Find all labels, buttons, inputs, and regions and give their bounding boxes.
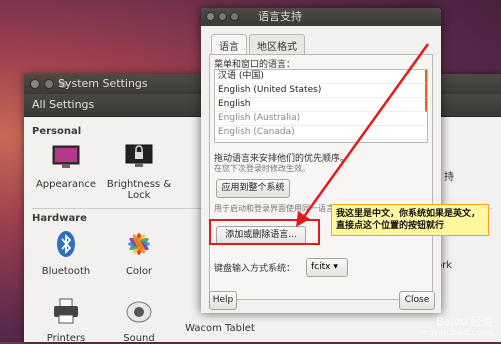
watermark: Baidu 经验 jingyan.baidu.com (419, 316, 493, 338)
watermark-brand: Baidu 经验 (436, 315, 493, 328)
watermark-url: jingyan.baidu.com (419, 328, 493, 337)
annotation-callout: 我这里是中文，你系统如果是英文，直接点这个位置的按钮就行 (331, 204, 489, 236)
annotation-arrow (296, 43, 430, 227)
